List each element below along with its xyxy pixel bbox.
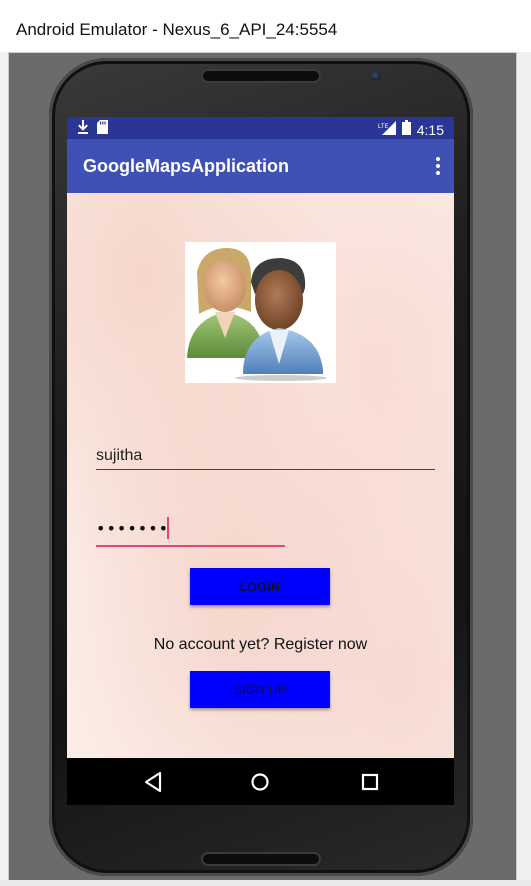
- app-toolbar: GoogleMapsApplication: [67, 139, 454, 193]
- top-speaker: [201, 69, 321, 83]
- lte-signal-icon: LTE: [378, 120, 396, 139]
- password-value: •••••••: [96, 519, 170, 538]
- password-field[interactable]: •••••••: [96, 513, 285, 547]
- navigation-bar: [67, 758, 454, 805]
- username-value: sujitha: [96, 447, 143, 464]
- bottom-speaker: [201, 852, 321, 866]
- sd-card-icon: [97, 120, 108, 139]
- network-label: LTE: [378, 124, 389, 130]
- window-title: Android Emulator - Nexus_6_API_24:5554: [16, 20, 338, 39]
- login-screen: sujitha ••••••• LOGIN No account yet? Re…: [67, 193, 454, 758]
- overflow-menu-icon[interactable]: [434, 157, 442, 177]
- window-bottom-edge: [0, 880, 531, 886]
- status-bar: LTE 4:15: [67, 117, 454, 139]
- device-screen: LTE 4:15 GoogleMapsApplication sujitha •…: [67, 117, 454, 805]
- front-camera: [371, 71, 381, 81]
- login-button[interactable]: LOGIN: [190, 568, 330, 605]
- ide-panel-left: [0, 52, 9, 886]
- home-icon[interactable]: [246, 768, 274, 796]
- recents-icon[interactable]: [356, 768, 384, 796]
- app-title: GoogleMapsApplication: [83, 156, 290, 176]
- back-icon[interactable]: [139, 768, 167, 796]
- ide-panel-right: [516, 52, 531, 886]
- window-titlebar: Android Emulator - Nexus_6_API_24:5554: [0, 0, 531, 53]
- users-icon: [185, 242, 336, 383]
- text-cursor: [167, 517, 169, 539]
- register-prompt: No account yet? Register now: [153, 636, 368, 653]
- username-field[interactable]: sujitha: [96, 441, 435, 470]
- clock-time: 4:15: [416, 121, 444, 138]
- battery-icon: [401, 120, 411, 139]
- download-icon: [77, 120, 89, 139]
- sign-up-button[interactable]: SIGN UP: [190, 671, 330, 708]
